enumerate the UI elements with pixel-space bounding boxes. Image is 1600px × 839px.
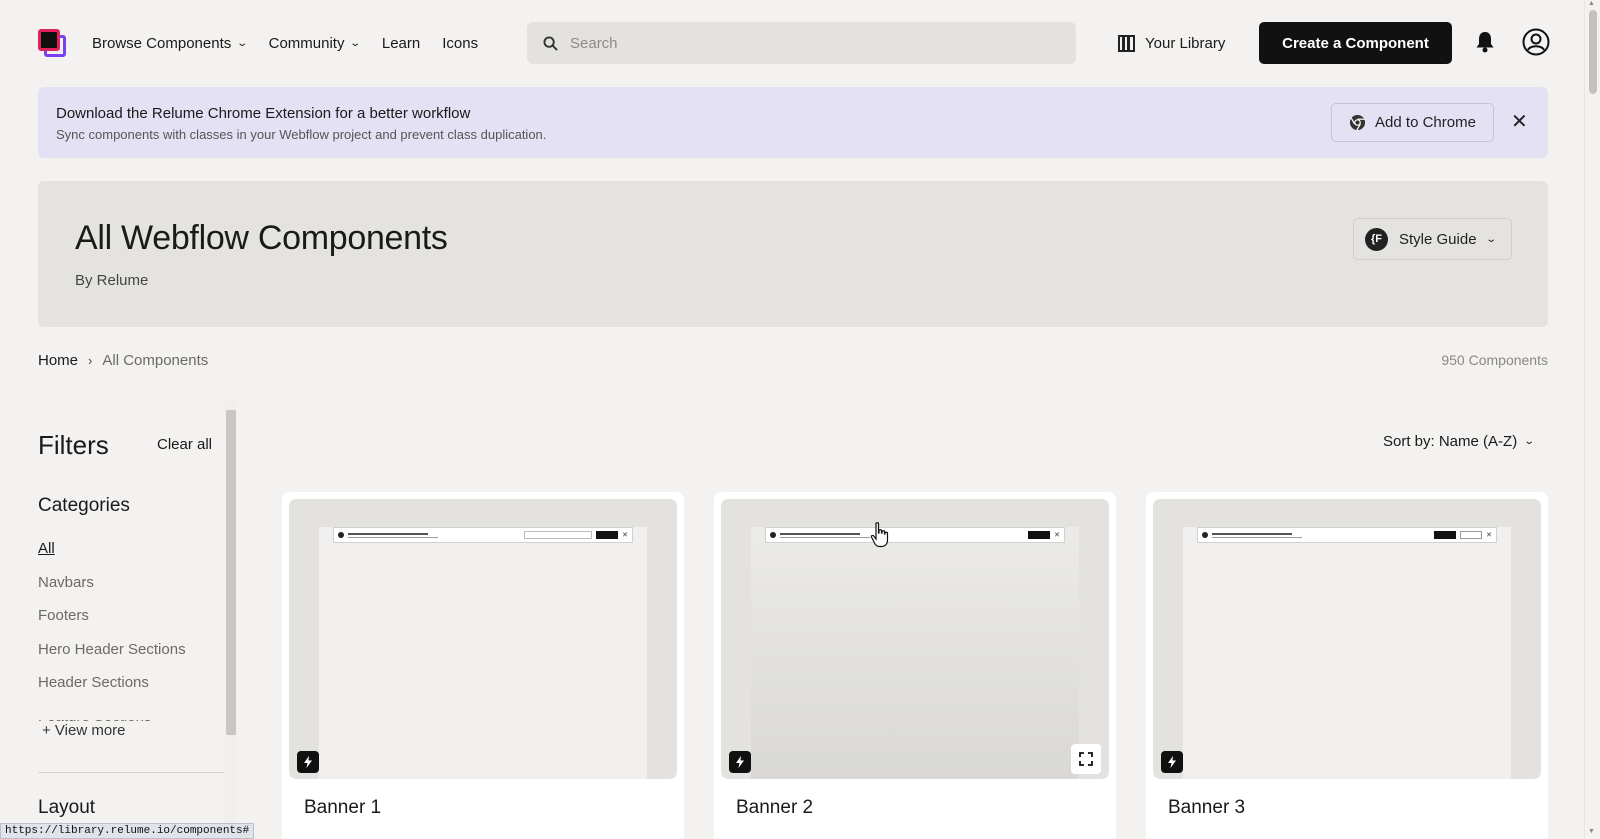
create-component-button[interactable]: Create a Component — [1259, 22, 1452, 64]
relume-logo[interactable] — [38, 29, 66, 57]
scroll-up-icon[interactable]: ▲ — [1588, 0, 1595, 7]
layout-title: Layout — [38, 797, 96, 818]
hand-cursor-icon — [870, 522, 889, 548]
sort-label: Sort by: Name (A-Z) — [1383, 433, 1518, 450]
component-card[interactable]: ✕ Banner 2 — [714, 492, 1116, 839]
chevron-down-icon: ⌄ — [349, 37, 362, 49]
chevron-right-icon: › — [88, 353, 93, 368]
category-navbars[interactable]: Navbars — [38, 574, 186, 608]
component-count: 950 Components — [1441, 352, 1548, 368]
add-to-chrome-button[interactable]: Add to Chrome — [1331, 103, 1494, 142]
chevron-down-icon: ⌄ — [1484, 233, 1497, 245]
category-hero-header-sections[interactable]: Hero Header Sections — [38, 641, 186, 675]
component-card[interactable]: ✕ Banner 3 — [1146, 492, 1548, 839]
card-title[interactable]: Banner 3 — [1168, 797, 1245, 819]
close-icon[interactable]: ✕ — [1511, 112, 1528, 132]
breadcrumb-current: All Components — [102, 352, 209, 369]
status-bar-url: https://library.relume.io/components# — [0, 823, 255, 839]
banner-preview: ✕ — [765, 527, 1065, 543]
user-icon[interactable] — [1522, 28, 1550, 56]
search-input[interactable] — [570, 34, 1030, 52]
card-thumbnail[interactable]: ✕ — [289, 499, 677, 779]
your-library-button[interactable]: Your Library — [1118, 22, 1225, 64]
page-title: All Webflow Components — [75, 219, 448, 257]
banner-preview: ✕ — [333, 527, 633, 543]
chrome-extension-banner: Download the Relume Chrome Extension for… — [38, 87, 1548, 158]
chrome-icon — [1349, 114, 1366, 131]
view-more-button[interactable]: + View more — [42, 722, 126, 739]
page-scrollbar[interactable] — [1584, 0, 1600, 839]
style-guide-icon: {F — [1365, 227, 1388, 251]
page-scrollbar-thumb[interactable] — [1589, 10, 1597, 94]
category-fade — [38, 690, 224, 720]
breadcrumb-home[interactable]: Home — [38, 352, 78, 369]
category-all[interactable]: All — [38, 540, 186, 574]
clear-all-button[interactable]: Clear all — [157, 436, 212, 453]
card-title[interactable]: Banner 1 — [304, 797, 381, 819]
card-title[interactable]: Banner 2 — [736, 797, 813, 819]
learn-link[interactable]: Learn — [382, 35, 420, 52]
style-guide-label: Style Guide — [1399, 230, 1477, 248]
card-thumbnail[interactable]: ✕ — [1153, 499, 1541, 779]
banner-preview: ✕ — [1197, 527, 1497, 543]
categories-title: Categories — [38, 495, 130, 516]
chevron-down-icon: ⌄ — [1523, 436, 1536, 447]
filters-title: Filters — [38, 430, 109, 460]
bolt-icon — [1161, 751, 1183, 773]
page-byline: By Relume — [75, 272, 149, 289]
bolt-icon — [297, 751, 319, 773]
sidebar-scrollbar-thumb[interactable] — [226, 410, 236, 735]
expand-icon[interactable] — [1071, 744, 1101, 774]
your-library-label: Your Library — [1145, 34, 1226, 52]
breadcrumb: Home › All Components — [38, 352, 208, 369]
search-bar[interactable] — [527, 22, 1076, 64]
browse-components-menu[interactable]: Browse Components ⌄ — [92, 34, 249, 52]
chevron-down-icon: ⌄ — [236, 37, 249, 49]
banner-title: Download the Relume Chrome Extension for… — [56, 105, 471, 122]
icons-link[interactable]: Icons — [442, 35, 478, 52]
add-to-chrome-label: Add to Chrome — [1375, 114, 1476, 131]
banner-subtitle: Sync components with classes in your Web… — [56, 127, 547, 142]
page-header: All Webflow Components By Relume {F Styl… — [38, 181, 1548, 327]
library-icon — [1118, 34, 1135, 52]
filters-sidebar: Filters Clear all Categories All Navbars… — [38, 400, 224, 839]
component-card[interactable]: ✕ Banner 1 — [282, 492, 684, 839]
community-label: Community — [268, 34, 345, 52]
style-guide-dropdown[interactable]: {F Style Guide ⌄ — [1353, 218, 1512, 260]
divider — [38, 772, 224, 773]
sort-dropdown[interactable]: Sort by: Name (A-Z) ⌄ — [1383, 433, 1536, 450]
card-thumbnail[interactable]: ✕ — [721, 499, 1109, 779]
category-footers[interactable]: Footers — [38, 607, 186, 641]
search-icon — [543, 35, 558, 51]
community-menu[interactable]: Community ⌄ — [268, 34, 362, 52]
scroll-down-icon[interactable]: ▼ — [1588, 828, 1595, 835]
bolt-icon — [729, 751, 751, 773]
browse-components-label: Browse Components — [92, 34, 232, 52]
bell-icon[interactable] — [1475, 31, 1495, 53]
